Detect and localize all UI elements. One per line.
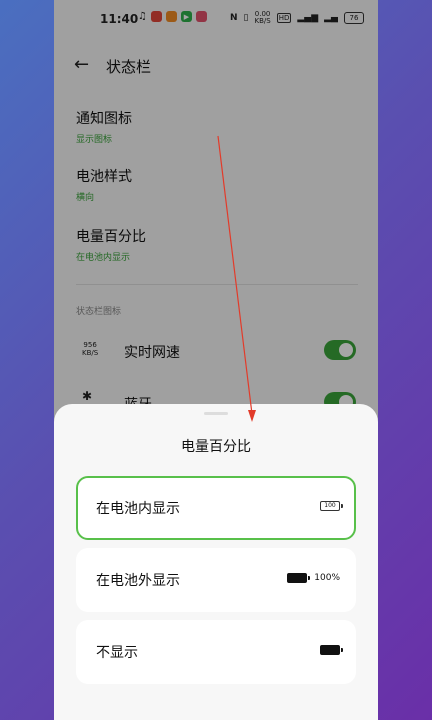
annotation-arrowhead bbox=[248, 410, 256, 422]
phone-screen: 11:40 ♫ ▶ N ▯ 0.00 KB/S HD ▂▄▆ ▂▄ 76 ← 状… bbox=[54, 0, 378, 720]
annotation-line bbox=[217, 135, 253, 415]
annotation-arrow bbox=[217, 135, 256, 422]
